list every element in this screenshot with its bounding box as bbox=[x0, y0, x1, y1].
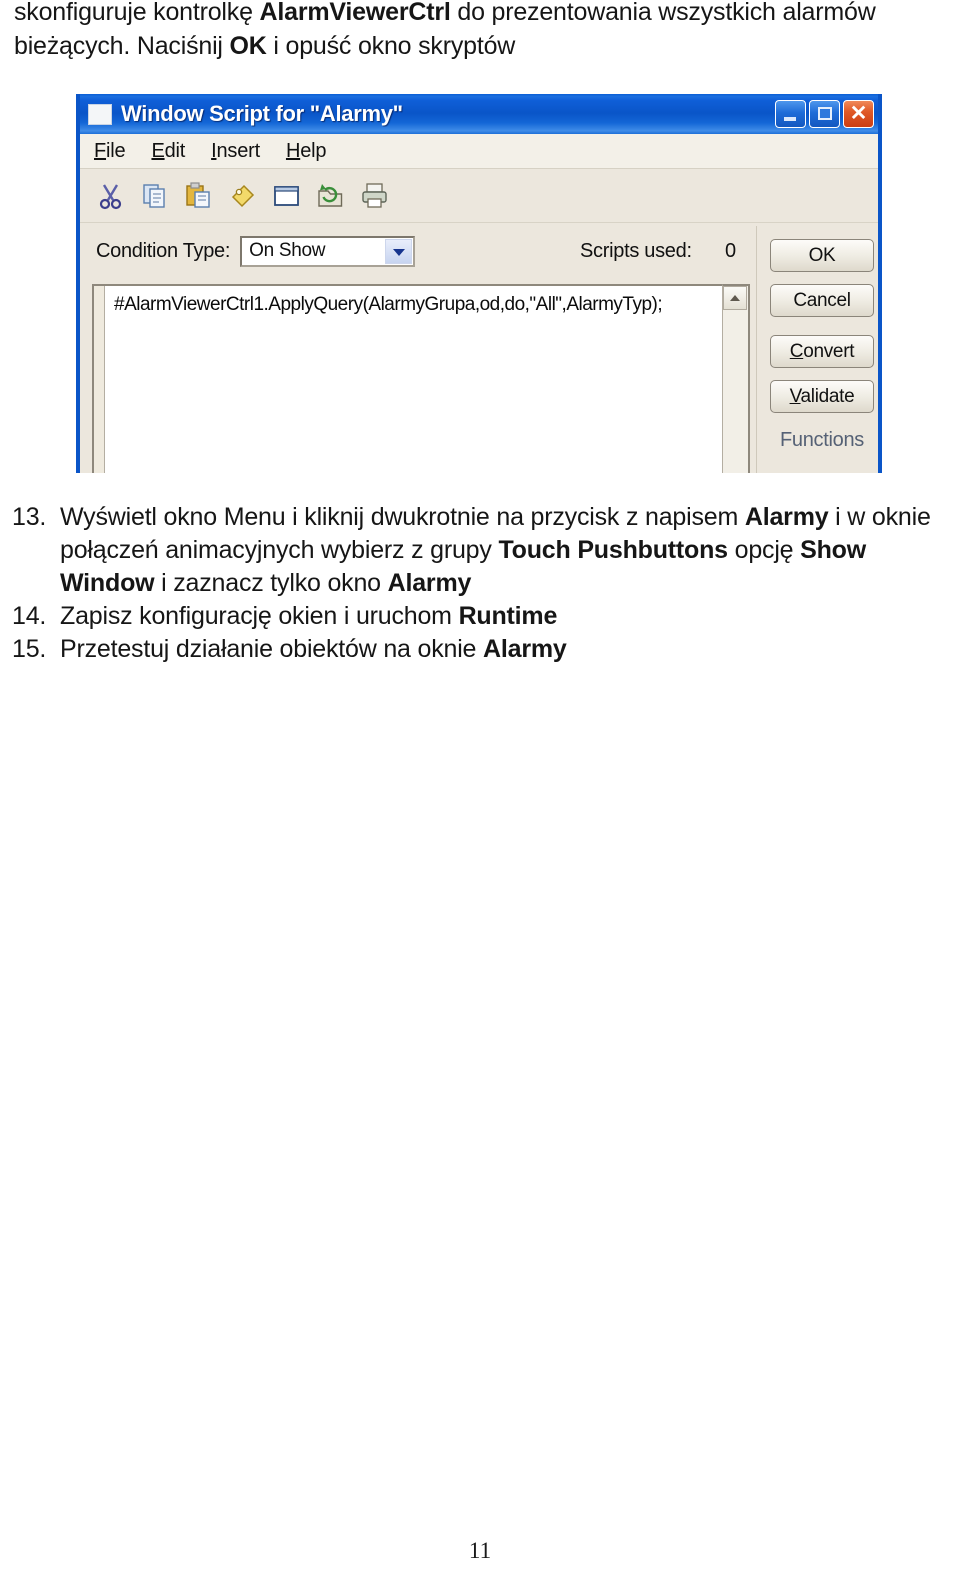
intro2-bold-ok: OK bbox=[229, 32, 267, 60]
menu-edit-rest: dit bbox=[164, 139, 186, 162]
script-editor[interactable]: #AlarmViewerCtrl1.ApplyQuery(AlarmyGrupa… bbox=[92, 284, 722, 473]
menu-item-edit[interactable]: Edit bbox=[151, 140, 185, 163]
menu-insert-rest: nsert bbox=[216, 139, 260, 162]
intro2-text-before: bieżących. Naciśnij bbox=[14, 32, 230, 60]
condition-row: Condition Type: On Show Scripts used: 0 bbox=[80, 223, 878, 279]
menu-help-rest: elp bbox=[300, 139, 327, 162]
cut-icon[interactable] bbox=[96, 181, 125, 210]
panel-divider bbox=[756, 226, 757, 473]
text-run: Przetestuj działanie obiektów na oknie bbox=[60, 635, 484, 663]
screenshot-figure: Window Script for "Alarmy" ✕ File Edit I… bbox=[76, 94, 882, 473]
editor-gutter bbox=[94, 286, 105, 473]
functions-section-label: Functions bbox=[779, 429, 864, 451]
list-item: 15. Przetestuj działanie obiektów na okn… bbox=[12, 633, 942, 666]
intro-text-before: skonfiguruje kontrolkę bbox=[14, 0, 260, 26]
menu-item-file[interactable]: File bbox=[94, 139, 126, 163]
page-number: 11 bbox=[468, 1538, 492, 1563]
window-controls: ✕ bbox=[775, 100, 874, 128]
chevron-down-icon[interactable] bbox=[385, 238, 413, 264]
text-run: Zapisz konfigurację okien i uruchom bbox=[60, 602, 459, 630]
toolbar bbox=[80, 169, 878, 223]
menu-file-accel: F bbox=[94, 139, 107, 162]
list-item-text: Zapisz konfigurację okien i uruchom Runt… bbox=[60, 600, 942, 633]
menu-item-help[interactable]: Help bbox=[285, 139, 327, 163]
list-item: 13. Wyświetl okno Menu i kliknij dwukrot… bbox=[12, 501, 942, 600]
menu-file-rest: ile bbox=[106, 139, 126, 162]
list-item: 14. Zapisz konfigurację okien i uruchom … bbox=[12, 600, 942, 633]
validate-label-rest: alidate bbox=[800, 386, 855, 407]
menu-help-accel: H bbox=[285, 139, 301, 162]
text-run-bold: Touch Pushbuttons bbox=[498, 536, 728, 564]
editor-scrollbar[interactable] bbox=[722, 284, 750, 473]
text-run: Wyświetl okno Menu i kliknij dwukrotnie … bbox=[60, 503, 745, 531]
window-icon[interactable] bbox=[272, 181, 301, 210]
scroll-up-arrow-icon[interactable] bbox=[723, 286, 747, 310]
text-run-bold: Alarmy bbox=[744, 503, 829, 531]
text-run-bold: Runtime bbox=[458, 602, 558, 630]
intro-bold-control-name: AlarmViewerCtrl bbox=[259, 0, 451, 26]
print-icon[interactable] bbox=[360, 181, 389, 210]
convert-label-rest: onvert bbox=[803, 341, 855, 362]
list-item-text: Przetestuj działanie obiektów na oknie A… bbox=[60, 633, 942, 666]
intro-paragraph-line2: bieżących. Naciśnij OK i opuść okno skry… bbox=[14, 28, 958, 64]
copy-icon[interactable] bbox=[140, 181, 169, 210]
folder-refresh-icon[interactable] bbox=[316, 181, 345, 210]
text-run-bold: Alarmy bbox=[483, 635, 567, 663]
maximize-button[interactable] bbox=[809, 100, 840, 128]
convert-button[interactable]: Convert bbox=[770, 335, 874, 368]
window-script-dialog: Window Script for "Alarmy" ✕ File Edit I… bbox=[76, 94, 882, 473]
validate-button[interactable]: Validate bbox=[770, 380, 874, 413]
titlebar: Window Script for "Alarmy" ✕ bbox=[80, 94, 878, 134]
scripts-used-count: 0 bbox=[725, 239, 737, 262]
list-item-number: 13. bbox=[12, 503, 47, 531]
convert-accel: C bbox=[789, 341, 804, 362]
condition-type-select[interactable]: On Show bbox=[240, 235, 416, 267]
window-icon bbox=[88, 103, 112, 125]
cancel-button[interactable]: Cancel bbox=[770, 284, 874, 317]
condition-type-label: Condition Type: bbox=[96, 239, 231, 262]
intro-paragraph-line1: skonfiguruje kontrolkę AlarmViewerCtrl d… bbox=[14, 0, 958, 30]
paste-icon[interactable] bbox=[184, 181, 213, 210]
intro2-text-after: i opuść okno skryptów bbox=[266, 32, 516, 60]
dialog-button-column: OK Cancel Convert Validate Functions bbox=[770, 239, 874, 452]
intro-text-after: do prezentowania wszystkich alarmów bbox=[450, 0, 876, 26]
menubar: File Edit Insert Help bbox=[80, 134, 878, 169]
script-text[interactable]: #AlarmViewerCtrl1.ApplyQuery(AlarmyGrupa… bbox=[105, 286, 722, 473]
menu-item-insert[interactable]: Insert bbox=[211, 140, 260, 163]
list-item-number: 15. bbox=[12, 635, 47, 663]
close-button[interactable]: ✕ bbox=[843, 100, 874, 128]
tag-icon[interactable] bbox=[228, 181, 257, 210]
close-icon: ✕ bbox=[849, 102, 868, 125]
window-title: Window Script for "Alarmy" bbox=[121, 101, 403, 126]
menu-edit-accel: E bbox=[151, 139, 165, 162]
validate-accel: V bbox=[789, 386, 801, 407]
list-item-number: 14. bbox=[12, 602, 47, 630]
text-run: opcję bbox=[727, 536, 801, 564]
minimize-button[interactable] bbox=[775, 100, 806, 128]
text-run-bold: Alarmy bbox=[387, 569, 472, 597]
ok-button[interactable]: OK bbox=[770, 239, 874, 272]
list-item-text: Wyświetl okno Menu i kliknij dwukrotnie … bbox=[60, 501, 942, 600]
text-run: i zaznacz tylko okno bbox=[154, 569, 388, 597]
scripts-used-label: Scripts used: bbox=[580, 239, 692, 262]
condition-type-value: On Show bbox=[249, 240, 326, 261]
